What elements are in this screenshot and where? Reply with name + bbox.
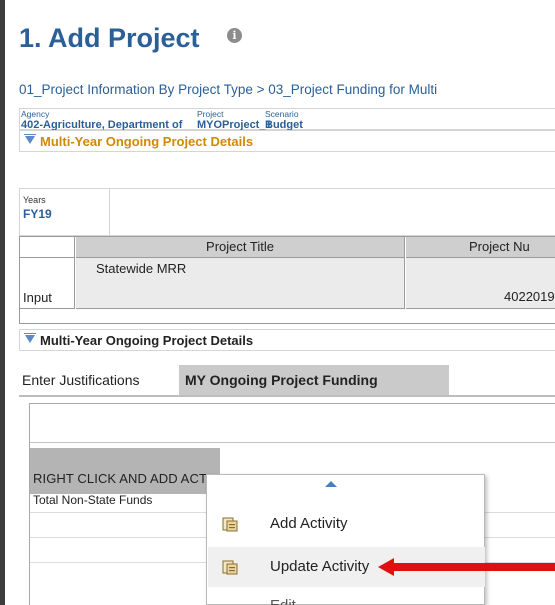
info-icon[interactable]: i xyxy=(227,28,242,43)
menu-item-label: Update Activity xyxy=(270,558,370,575)
breadcrumb[interactable]: 01_Project Information By Project Type >… xyxy=(19,82,437,97)
activity-icon xyxy=(222,517,238,532)
grid-corner xyxy=(20,237,75,258)
agency-field: Agency 402-Agriculture, Department of xyxy=(20,109,196,131)
years-cell[interactable]: Years FY19 xyxy=(20,189,110,235)
column-header-project-title: Project Title xyxy=(76,237,405,258)
scroll-up-icon[interactable] xyxy=(325,481,337,487)
section-header-multi-year-2[interactable]: Multi-Year Ongoing Project Details xyxy=(19,329,555,351)
collapse-triangle-icon[interactable] xyxy=(24,333,36,343)
project-label: Project xyxy=(197,109,224,119)
years-pov: Years FY19 xyxy=(19,188,555,236)
scenario-field: Scenario Budget xyxy=(264,109,324,131)
cell-project-number[interactable]: 4022019 xyxy=(406,258,555,309)
section-label: Multi-Year Ongoing Project Details xyxy=(40,333,254,348)
left-edge-rule xyxy=(0,0,5,605)
menu-item-label: Add Activity xyxy=(270,515,348,532)
project-grid: Project Title Project Nu Input Statewide… xyxy=(19,236,555,324)
project-field: Project MYOProject_1 xyxy=(196,109,272,131)
menu-item-edit[interactable]: Edit xyxy=(208,593,485,605)
menu-item-label: Edit xyxy=(270,597,296,605)
context-menu: Add Activity Update Activity Edit xyxy=(206,474,485,605)
context-header: Agency 402-Agriculture, Department of Pr… xyxy=(19,108,555,131)
agency-label: Agency xyxy=(21,109,50,119)
years-label: Years xyxy=(23,195,46,205)
row-header-label: Input xyxy=(23,290,52,305)
tab-enter-justifications[interactable]: Enter Justifications xyxy=(19,365,179,395)
column-header-project-number: Project Nu xyxy=(406,237,555,258)
page-title: 1. Add Project xyxy=(19,23,200,53)
annotation-arrow-icon xyxy=(378,558,555,576)
scenario-label: Scenario xyxy=(265,109,299,119)
activity-icon xyxy=(222,560,238,575)
section-label: Multi-Year Ongoing Project Details xyxy=(40,134,254,149)
row-header-input: Input xyxy=(20,258,75,309)
cell-project-title-value: Statewide MRR xyxy=(96,261,187,276)
cell-project-number-value: 4022019 xyxy=(504,289,555,304)
cell-project-title[interactable]: Statewide MRR xyxy=(76,258,405,309)
tab-strip: Enter Justifications MY Ongoing Project … xyxy=(19,365,555,397)
years-value[interactable]: FY19 xyxy=(23,207,52,221)
row-label-total-non-state-funds[interactable]: Total Non-State Funds xyxy=(33,493,152,507)
menu-item-add-activity[interactable]: Add Activity xyxy=(208,504,485,544)
section-header-multi-year[interactable]: Multi-Year Ongoing Project Details xyxy=(19,130,555,152)
divider xyxy=(30,442,555,443)
collapse-triangle-icon[interactable] xyxy=(24,134,36,144)
tab-my-ongoing-project-funding[interactable]: MY Ongoing Project Funding xyxy=(179,365,449,395)
